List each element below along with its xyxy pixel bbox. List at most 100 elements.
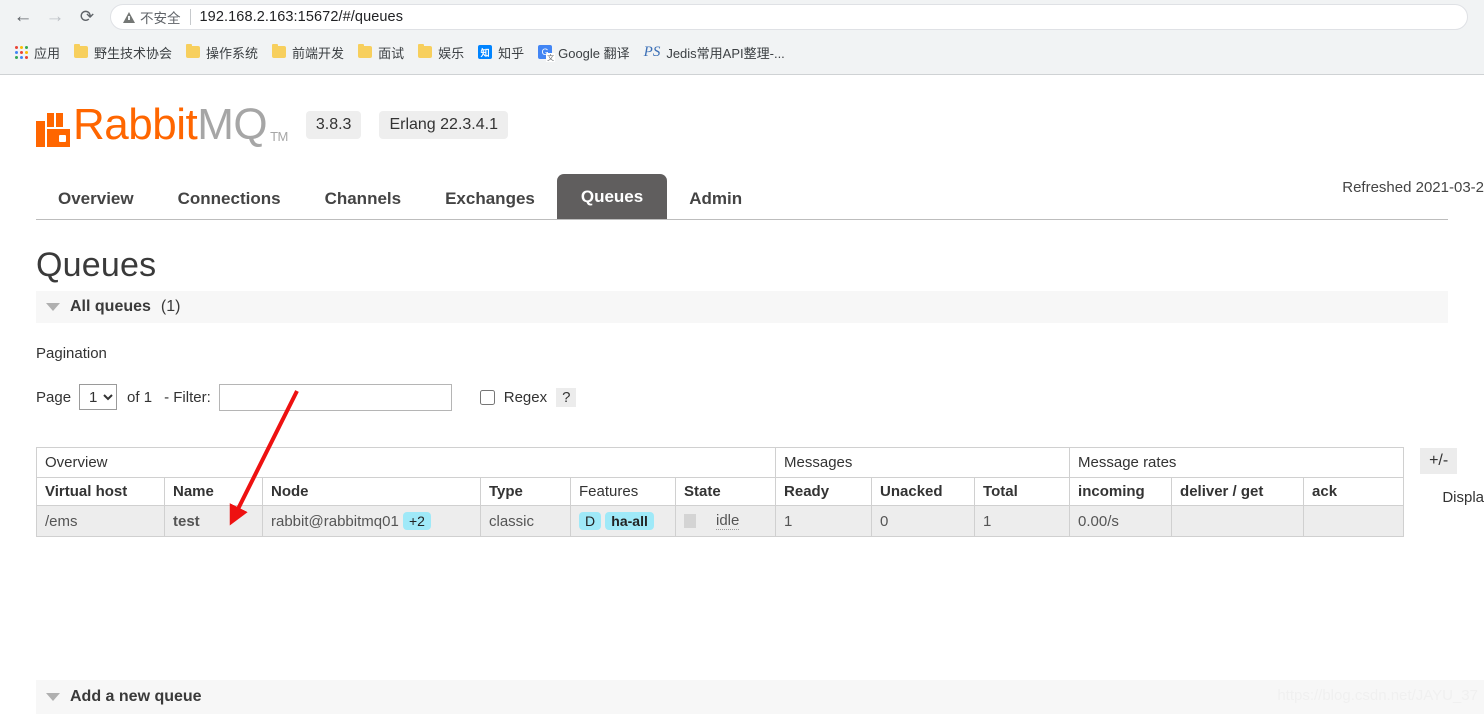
bookmark-label: 娱乐 bbox=[438, 45, 465, 61]
bookmark-folder-1[interactable]: 野生技术协会 bbox=[68, 39, 180, 66]
group-header-overview: Overview bbox=[35, 447, 777, 478]
cell-total: 1 bbox=[974, 505, 1071, 537]
column-header-type[interactable]: Type bbox=[480, 477, 571, 506]
tab-connections[interactable]: Connections bbox=[156, 178, 303, 219]
chevron-down-icon[interactable] bbox=[46, 303, 60, 311]
column-header-features[interactable]: Features bbox=[570, 477, 676, 506]
regex-label: Regex bbox=[503, 388, 548, 406]
tab-exchanges[interactable]: Exchanges bbox=[423, 178, 557, 219]
browser-toolbar: ← → ⟳ 不安全 192.168.2.163:15672/#/queues bbox=[0, 0, 1484, 34]
folder-icon bbox=[358, 44, 373, 58]
folder-icon bbox=[186, 44, 201, 58]
column-header-deliver-get[interactable]: deliver / get bbox=[1171, 477, 1305, 506]
chevron-down-icon[interactable] bbox=[46, 693, 60, 701]
regex-checkbox[interactable] bbox=[479, 389, 495, 405]
pagination-label: Pagination bbox=[36, 345, 107, 362]
queues-table-container: Overview Messages Message rates Virtual … bbox=[35, 447, 1458, 537]
tab-queues[interactable]: Queues bbox=[556, 174, 668, 219]
node-name: rabbit@rabbitmq01 bbox=[271, 513, 399, 530]
bookmark-apps[interactable]: 应用 bbox=[9, 39, 68, 66]
all-queues-section-header[interactable]: All queues (1) bbox=[36, 291, 1448, 323]
add-queue-label: Add a new queue bbox=[70, 688, 202, 705]
folder-icon bbox=[418, 44, 433, 58]
bookmark-label: 知乎 bbox=[498, 45, 525, 61]
logo-text-rabbit: Rabbit bbox=[73, 100, 198, 149]
reload-icon[interactable]: ⟳ bbox=[72, 2, 102, 32]
refreshed-timestamp: Refreshed 2021-03-2 bbox=[1342, 179, 1484, 196]
group-header-messages: Messages bbox=[775, 447, 1071, 478]
zhihu-icon: 知 bbox=[478, 45, 493, 59]
toggle-columns-button[interactable]: +/- bbox=[1420, 448, 1458, 474]
bookmark-google-translate[interactable]: G Google 翻译 bbox=[532, 39, 638, 66]
bookmark-label: 面试 bbox=[378, 45, 405, 61]
feature-ha-all-badge: ha-all bbox=[605, 512, 654, 530]
bookmark-label: 野生技术协会 bbox=[94, 45, 173, 61]
security-label: 不安全 bbox=[140, 11, 181, 26]
column-header-node[interactable]: Node bbox=[262, 477, 481, 506]
column-header-ack[interactable]: ack bbox=[1303, 477, 1405, 506]
column-header-state[interactable]: State bbox=[674, 477, 777, 506]
folder-icon bbox=[272, 44, 287, 58]
bookmark-jedis[interactable]: PS Jedis常用API整理-... bbox=[638, 39, 793, 66]
back-arrow-icon[interactable]: ← bbox=[8, 2, 38, 32]
tab-channels[interactable]: Channels bbox=[303, 178, 424, 219]
group-header-message-rates: Message rates bbox=[1069, 447, 1405, 478]
column-header-unacked[interactable]: Unacked bbox=[871, 477, 976, 506]
google-translate-icon: G bbox=[538, 45, 556, 62]
cell-ready: 1 bbox=[775, 505, 873, 537]
cell-node: rabbit@rabbitmq01 +2 bbox=[262, 505, 481, 537]
queues-table: Overview Messages Message rates Virtual … bbox=[35, 447, 1405, 537]
browser-chrome: ← → ⟳ 不安全 192.168.2.163:15672/#/queues 应… bbox=[0, 0, 1484, 75]
all-queues-count: (1) bbox=[160, 298, 181, 315]
rabbitmq-logo-icon bbox=[36, 113, 70, 147]
version-badge: 3.8.3 bbox=[305, 111, 362, 139]
forward-arrow-icon[interactable]: → bbox=[40, 2, 70, 32]
displaying-label: Displa bbox=[1442, 489, 1484, 506]
bookmark-folder-3[interactable]: 前端开发 bbox=[266, 39, 352, 66]
column-header-ready[interactable]: Ready bbox=[775, 477, 873, 506]
watermark: https://blog.csdn.net/JAYU_37 bbox=[1277, 687, 1478, 704]
column-header-incoming[interactable]: incoming bbox=[1069, 477, 1173, 506]
page-select[interactable]: 1 bbox=[79, 384, 118, 410]
page-total-label: of 1 bbox=[127, 388, 153, 406]
bookmarks-bar: 应用 野生技术协会 操作系统 前端开发 面试 娱乐 知 知乎 G Google … bbox=[0, 34, 1484, 70]
filter-input[interactable] bbox=[218, 383, 452, 411]
cell-state: idle bbox=[674, 505, 777, 537]
filter-controls: Page 1 of 1 - Filter: Regex ? bbox=[36, 382, 1448, 412]
logo-text-mq: MQ bbox=[197, 100, 268, 149]
table-group-header-row: Overview Messages Message rates bbox=[35, 447, 1405, 478]
feature-durable-badge: D bbox=[579, 512, 602, 530]
regex-control[interactable]: Regex ? bbox=[479, 387, 577, 407]
ps-icon: PS bbox=[643, 43, 661, 60]
column-header-virtual-host[interactable]: Virtual host bbox=[36, 477, 165, 506]
tab-admin[interactable]: Admin bbox=[667, 178, 764, 219]
cell-queue-name[interactable]: test bbox=[164, 505, 263, 537]
state-indicator-icon bbox=[684, 514, 696, 528]
cell-ack bbox=[1303, 505, 1405, 537]
tab-overview[interactable]: Overview bbox=[36, 178, 156, 219]
erlang-version-badge: Erlang 22.3.4.1 bbox=[379, 111, 508, 139]
main-navigation: Overview Connections Channels Exchanges … bbox=[36, 174, 1448, 220]
folder-icon bbox=[74, 44, 89, 58]
bookmark-folder-5[interactable]: 娱乐 bbox=[412, 39, 472, 66]
column-header-name[interactable]: Name bbox=[164, 477, 263, 506]
bookmark-zhihu[interactable]: 知 知乎 bbox=[472, 39, 532, 66]
logo-trademark: TM bbox=[270, 129, 288, 144]
page-label: Page bbox=[36, 388, 72, 406]
table-header-row: Virtual host Name Node Type Features Sta… bbox=[36, 477, 1405, 506]
help-icon[interactable]: ? bbox=[556, 387, 577, 407]
bookmark-folder-2[interactable]: 操作系统 bbox=[180, 39, 266, 66]
rabbitmq-logo[interactable]: Rabbit MQ TM bbox=[36, 103, 288, 147]
bookmark-label: 应用 bbox=[34, 45, 61, 61]
bookmark-label: 前端开发 bbox=[292, 45, 345, 61]
warning-triangle-icon bbox=[123, 11, 135, 23]
add-queue-section-header[interactable]: Add a new queue bbox=[36, 680, 1484, 714]
page-title: Queues bbox=[36, 246, 157, 284]
security-status[interactable]: 不安全 bbox=[123, 7, 181, 27]
table-row[interactable]: /ems test rabbit@rabbitmq01 +2 classic D… bbox=[36, 505, 1405, 537]
cell-deliver-get bbox=[1171, 505, 1305, 537]
address-bar[interactable]: 不安全 192.168.2.163:15672/#/queues bbox=[110, 4, 1468, 30]
filter-label: - Filter: bbox=[164, 388, 211, 406]
column-header-total[interactable]: Total bbox=[974, 477, 1071, 506]
bookmark-folder-4[interactable]: 面试 bbox=[352, 39, 412, 66]
